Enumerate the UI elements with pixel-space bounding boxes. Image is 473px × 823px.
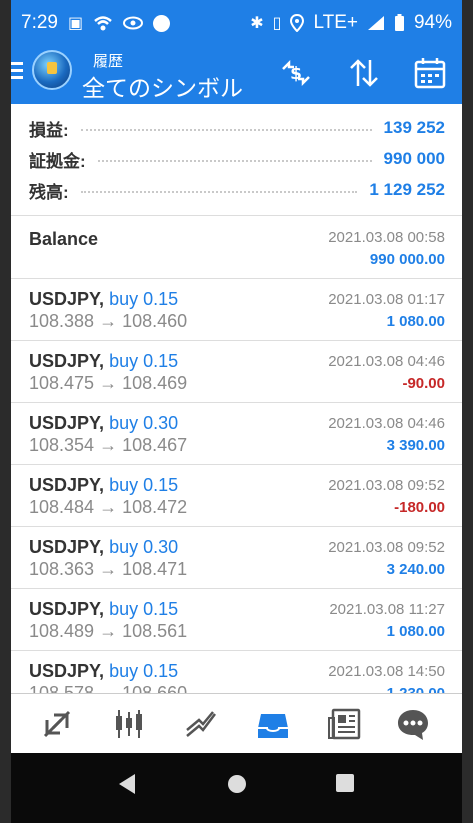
deal-symbol: USDJPY, xyxy=(29,599,105,619)
deal-row[interactable]: USDJPY, buy 0.15 108.388 → 108.460 2021.… xyxy=(11,279,462,341)
deal-symbol: USDJPY, xyxy=(29,413,105,433)
summary-label: 証拠金: xyxy=(29,151,86,171)
summary-panel: 損益: 139 252 証拠金: 990 000 残高: 1 129 252 xyxy=(11,104,462,216)
sort-icon[interactable] xyxy=(347,56,381,90)
summary-profit: 損益: 139 252 xyxy=(29,115,445,141)
app-title[interactable]: 全てのシンボル xyxy=(82,69,243,103)
deal-side: buy 0.30 xyxy=(109,537,179,557)
dot-leader xyxy=(97,160,372,162)
recent-apps-icon[interactable] xyxy=(336,774,354,792)
dot-leader xyxy=(80,191,358,193)
deal-profit: 1 080.00 xyxy=(386,623,445,640)
deal-profit: -180.00 xyxy=(394,499,445,516)
phone-screen: 7:29 ▣ ✱ ▯ LTE+ 94% 履歴 全てのシンボル $ 損益: 139… xyxy=(11,0,462,823)
trade-icon[interactable] xyxy=(183,706,219,742)
deal-symbol: USDJPY, xyxy=(29,289,105,309)
deal-row[interactable]: USDJPY, buy 0.30 108.363 → 108.471 2021.… xyxy=(11,527,462,589)
system-nav-bar xyxy=(11,753,462,823)
deal-side: buy 0.15 xyxy=(109,289,179,309)
deal-prices: 108.484 → 108.472 xyxy=(29,497,188,517)
deal-time: 2021.03.08 11:27 xyxy=(329,601,445,618)
deal-prices: 108.363 → 108.471 xyxy=(29,559,188,579)
summary-value: 990 000 xyxy=(383,149,445,168)
dot-leader xyxy=(80,129,372,131)
deal-side: buy 0.15 xyxy=(109,351,179,371)
wifi-icon xyxy=(94,16,112,31)
vibrate-icon: ▯ xyxy=(272,14,282,32)
battery-level: 94% xyxy=(413,12,452,33)
currency-exchange-icon[interactable]: $ xyxy=(279,56,313,90)
bluetooth-icon: ✱ xyxy=(250,14,264,32)
deal-row[interactable]: USDJPY, buy 0.15 108.475 → 108.469 2021.… xyxy=(11,341,462,403)
summary-label: 残高: xyxy=(29,182,69,202)
deal-profit: -90.00 xyxy=(402,375,445,392)
app-bar: 履歴 全てのシンボル $ xyxy=(11,44,462,104)
summary-margin: 証拠金: 990 000 xyxy=(29,146,445,172)
menu-icon[interactable] xyxy=(11,58,25,88)
location-icon xyxy=(290,14,305,32)
app-subtitle: 履歴 xyxy=(93,53,124,70)
summary-value: 1 129 252 xyxy=(369,180,445,199)
summary-label: 損益: xyxy=(29,120,69,140)
summary-value: 139 252 xyxy=(383,118,445,137)
deal-row[interactable]: USDJPY, buy 0.15 108.489 → 108.561 2021.… xyxy=(11,589,462,651)
deal-time: 2021.03.08 14:50 xyxy=(328,663,445,680)
deal-symbol: USDJPY, xyxy=(29,475,105,495)
deal-side: buy 0.30 xyxy=(109,413,179,433)
deal-time: 2021.03.08 01:17 xyxy=(328,291,445,308)
deal-time: 2021.03.08 04:46 xyxy=(328,415,445,432)
deal-prices: 108.354 → 108.467 xyxy=(29,435,188,455)
image-icon: ▣ xyxy=(67,14,84,32)
deal-profit: 3 240.00 xyxy=(386,561,445,578)
signal-icon xyxy=(367,16,384,30)
deal-prices: 108.475 → 108.469 xyxy=(29,373,188,393)
deal-side: buy 0.15 xyxy=(109,599,179,619)
deal-profit: 3 390.00 xyxy=(386,437,445,454)
history-icon[interactable] xyxy=(255,706,291,742)
deal-time: 2021.03.08 09:52 xyxy=(328,477,445,494)
calendar-icon[interactable] xyxy=(413,56,447,90)
deal-side: buy 0.15 xyxy=(109,475,179,495)
summary-balance: 残高: 1 129 252 xyxy=(29,177,445,203)
svg-text:$: $ xyxy=(290,64,302,84)
battery-icon xyxy=(394,14,404,31)
deal-symbol: USDJPY, xyxy=(29,351,105,371)
circle-icon xyxy=(153,14,171,32)
deal-symbol: USDJPY, xyxy=(29,661,105,681)
back-icon[interactable] xyxy=(117,772,137,796)
bottom-toolbar xyxy=(11,693,462,753)
deal-time: 2021.03.08 09:52 xyxy=(328,539,445,556)
balance-row[interactable]: Balance 2021.03.08 00:58 990 000.00 xyxy=(11,217,462,279)
network-type: LTE+ xyxy=(313,12,358,33)
deal-time: 2021.03.08 04:46 xyxy=(328,353,445,370)
deal-row[interactable]: USDJPY, buy 0.30 108.354 → 108.467 2021.… xyxy=(11,403,462,465)
home-icon[interactable] xyxy=(228,775,246,793)
app-logo[interactable] xyxy=(32,50,72,90)
chat-icon[interactable] xyxy=(395,706,431,742)
deal-prices: 108.489 → 108.561 xyxy=(29,621,188,641)
news-icon[interactable] xyxy=(327,706,363,742)
deal-side: buy 0.15 xyxy=(109,661,179,681)
eye-icon xyxy=(123,16,144,30)
deal-prices: 108.388 → 108.460 xyxy=(29,311,188,331)
deal-time: 2021.03.08 00:58 xyxy=(328,229,445,246)
deal-row[interactable]: USDJPY, buy 0.15 108.484 → 108.472 2021.… xyxy=(11,465,462,527)
status-time: 7:29 xyxy=(21,12,58,33)
deal-profit: 1 080.00 xyxy=(386,313,445,330)
balance-title: Balance xyxy=(29,229,99,249)
balance-amount: 990 000.00 xyxy=(369,251,445,268)
deal-symbol: USDJPY, xyxy=(29,537,105,557)
quotes-icon[interactable] xyxy=(39,706,75,742)
chart-icon[interactable] xyxy=(111,706,147,742)
status-bar: 7:29 ▣ ✱ ▯ LTE+ 94% xyxy=(11,0,462,44)
